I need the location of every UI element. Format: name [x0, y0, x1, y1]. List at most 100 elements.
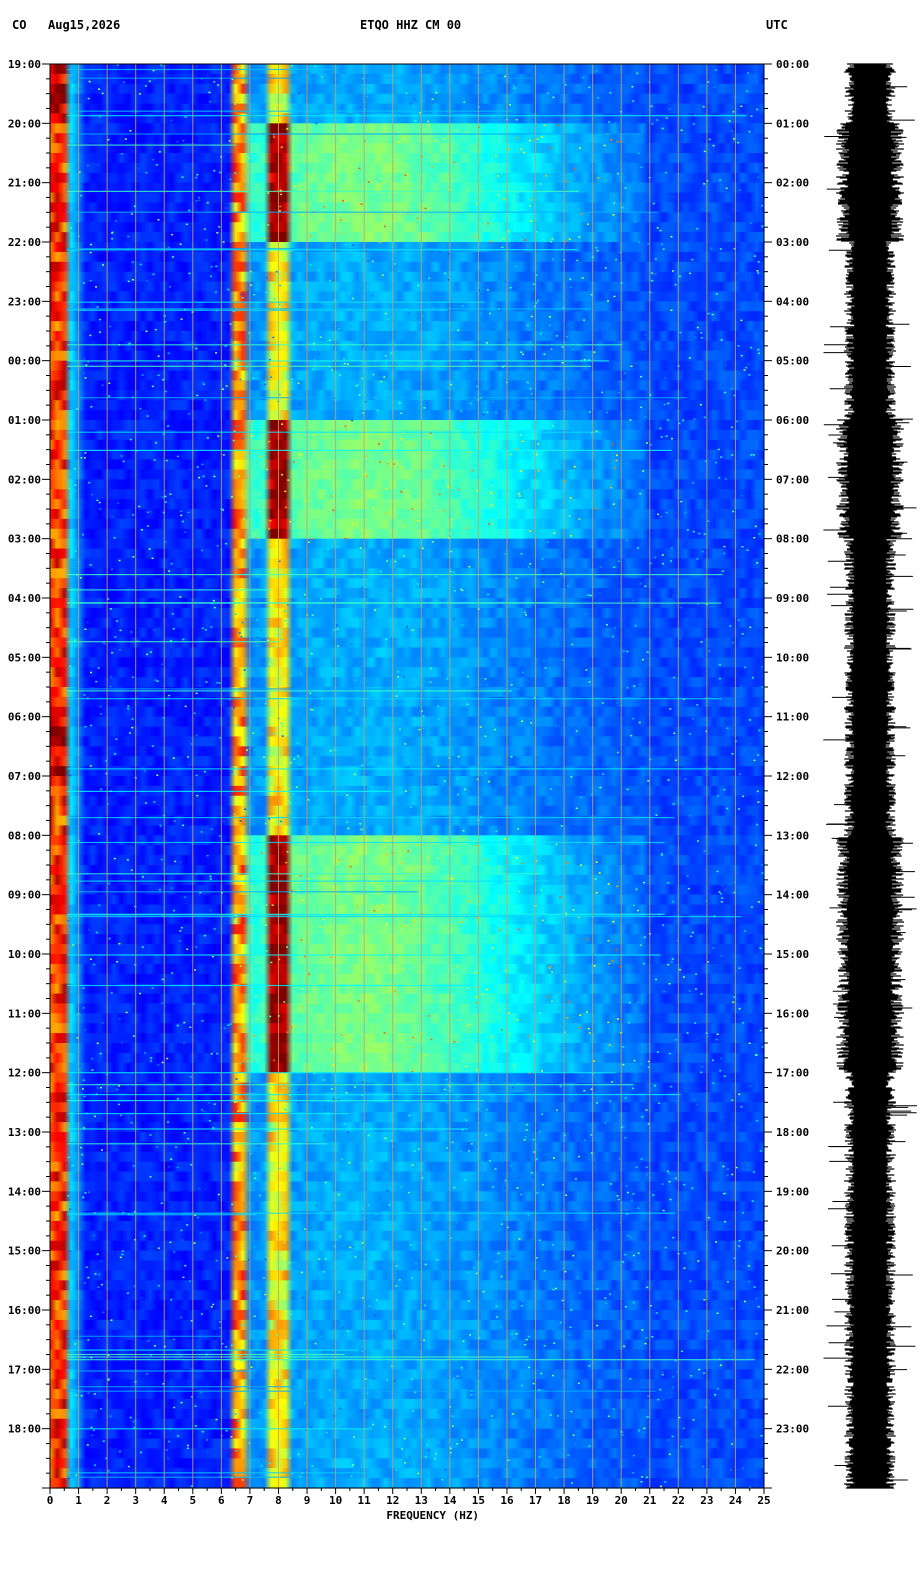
spectrogram-row [50, 1102, 764, 1113]
left-time-label: 17:00 [8, 1363, 41, 1376]
spectrogram-row [50, 321, 764, 332]
frequency-tick-label: 23 [700, 1494, 713, 1507]
spectrogram-row [50, 716, 764, 728]
spectrogram-row [50, 420, 764, 431]
left-time-label: 21:00 [8, 177, 41, 190]
right-time-label: 18:00 [776, 1126, 809, 1139]
spectrogram-row [50, 558, 764, 569]
spectrogram-row [50, 647, 764, 658]
spectrogram-row [50, 1290, 764, 1301]
spectrogram-row [50, 1418, 764, 1430]
right-time-label: 10:00 [776, 651, 809, 664]
spectrogram-row [50, 459, 764, 471]
spectrogram-row [50, 1221, 764, 1232]
spectrogram-row [50, 1122, 764, 1133]
spectrogram-row [50, 232, 764, 243]
spectrogram-row [50, 212, 764, 223]
spectrogram-rows [50, 64, 765, 1490]
x-axis-title: FREQUENCY (HZ) [386, 1509, 479, 1522]
frequency-tick-label: 15 [472, 1494, 485, 1507]
right-time-label: 12:00 [776, 770, 809, 783]
left-time-label: 13:00 [8, 1126, 41, 1139]
left-time-label: 02:00 [8, 473, 41, 486]
frequency-tick-label: 6 [218, 1494, 225, 1507]
spectrogram-row [50, 884, 764, 896]
right-time-label: 03:00 [776, 236, 809, 249]
spectrogram-row [50, 340, 764, 352]
frequency-tick-label: 16 [500, 1494, 514, 1507]
timezone-label: UTC [766, 18, 788, 32]
left-time-label: 05:00 [8, 651, 41, 664]
spectrogram-row [50, 1072, 764, 1084]
spectrogram-row [50, 1408, 764, 1420]
spectrogram-row [50, 657, 764, 668]
spectrogram-row [50, 825, 764, 836]
right-time-label: 17:00 [776, 1067, 809, 1080]
frequency-tick-label: 18 [557, 1494, 570, 1507]
spectrogram-row [50, 73, 764, 85]
spectrogram-row [50, 1310, 764, 1321]
frequency-tick-label: 20 [615, 1494, 628, 1507]
spectrogram-row [50, 1448, 764, 1459]
spectrogram-row [50, 835, 764, 846]
spectrogram-row [50, 805, 764, 817]
spectrogram-row [50, 1161, 764, 1173]
spectrogram-row [50, 311, 764, 322]
spectrogram-row [50, 1013, 764, 1024]
frequency-tick-label: 10 [329, 1494, 342, 1507]
left-time-label: 07:00 [8, 770, 41, 783]
spectrogram-row [50, 449, 764, 461]
left-time-label: 06:00 [8, 711, 41, 724]
right-time-label: 13:00 [776, 829, 809, 842]
left-time-label: 12:00 [8, 1067, 41, 1080]
spectrogram-row [50, 1181, 764, 1192]
left-time-label: 09:00 [8, 889, 41, 902]
right-time-label: 21:00 [776, 1304, 809, 1317]
spectrogram-row [50, 1300, 764, 1311]
left-time-label: 04:00 [8, 592, 41, 605]
spectrogram-row [50, 538, 764, 550]
spectrogram-row [50, 479, 764, 490]
station-channel-title: ETQO HHZ CM 00 [360, 18, 462, 32]
seismogram-body [836, 63, 904, 1489]
right-time-label: 11:00 [776, 711, 809, 724]
spectrogram-row [50, 380, 764, 391]
spectrogram-row [50, 518, 764, 530]
spectrogram-row [50, 706, 764, 718]
frequency-tick-label: 1 [75, 1494, 82, 1507]
spectrogram-row [50, 1201, 764, 1212]
spectrogram-row [50, 528, 764, 540]
right-time-label: 14:00 [776, 889, 809, 902]
spectrogram-row [50, 1003, 764, 1014]
spectrogram-row [50, 894, 764, 906]
spectrogram-row [50, 251, 764, 263]
frequency-tick-label: 19 [586, 1494, 599, 1507]
spectrogram-row [50, 242, 764, 253]
spectrogram-row [50, 1240, 764, 1252]
spectrogram-row [50, 469, 764, 480]
frequency-tick-label: 14 [443, 1494, 457, 1507]
spectrogram-row [50, 133, 764, 144]
spectrogram-row [50, 1023, 764, 1034]
right-time-label: 07:00 [776, 473, 809, 486]
left-time-label: 00:00 [8, 355, 41, 368]
frequency-tick-label: 11 [358, 1494, 372, 1507]
frequency-tick-label: 12 [386, 1494, 399, 1507]
spectrogram-row [50, 489, 764, 500]
left-time-label: 18:00 [8, 1423, 41, 1436]
spectrogram-row [50, 153, 764, 164]
spectrogram-row [50, 202, 764, 213]
frequency-tick-label: 4 [161, 1494, 168, 1507]
left-time-label: 14:00 [8, 1185, 41, 1198]
spectrogram-row [50, 499, 764, 510]
spectrogram-row [50, 756, 764, 767]
frequency-tick-label: 13 [415, 1494, 428, 1507]
spectrogram-row [50, 429, 764, 441]
right-time-label: 23:00 [776, 1423, 809, 1436]
right-time-label: 04:00 [776, 295, 809, 308]
frequency-tick-label: 8 [275, 1494, 282, 1507]
spectrogram-row [50, 1280, 764, 1291]
spectrogram-row [50, 963, 764, 975]
right-time-label: 15:00 [776, 948, 809, 961]
spectrogram-figure: 19:00 20:00 21:00 22:00 23:00 00:00 01:00 02:00… [0, 0, 922, 1584]
